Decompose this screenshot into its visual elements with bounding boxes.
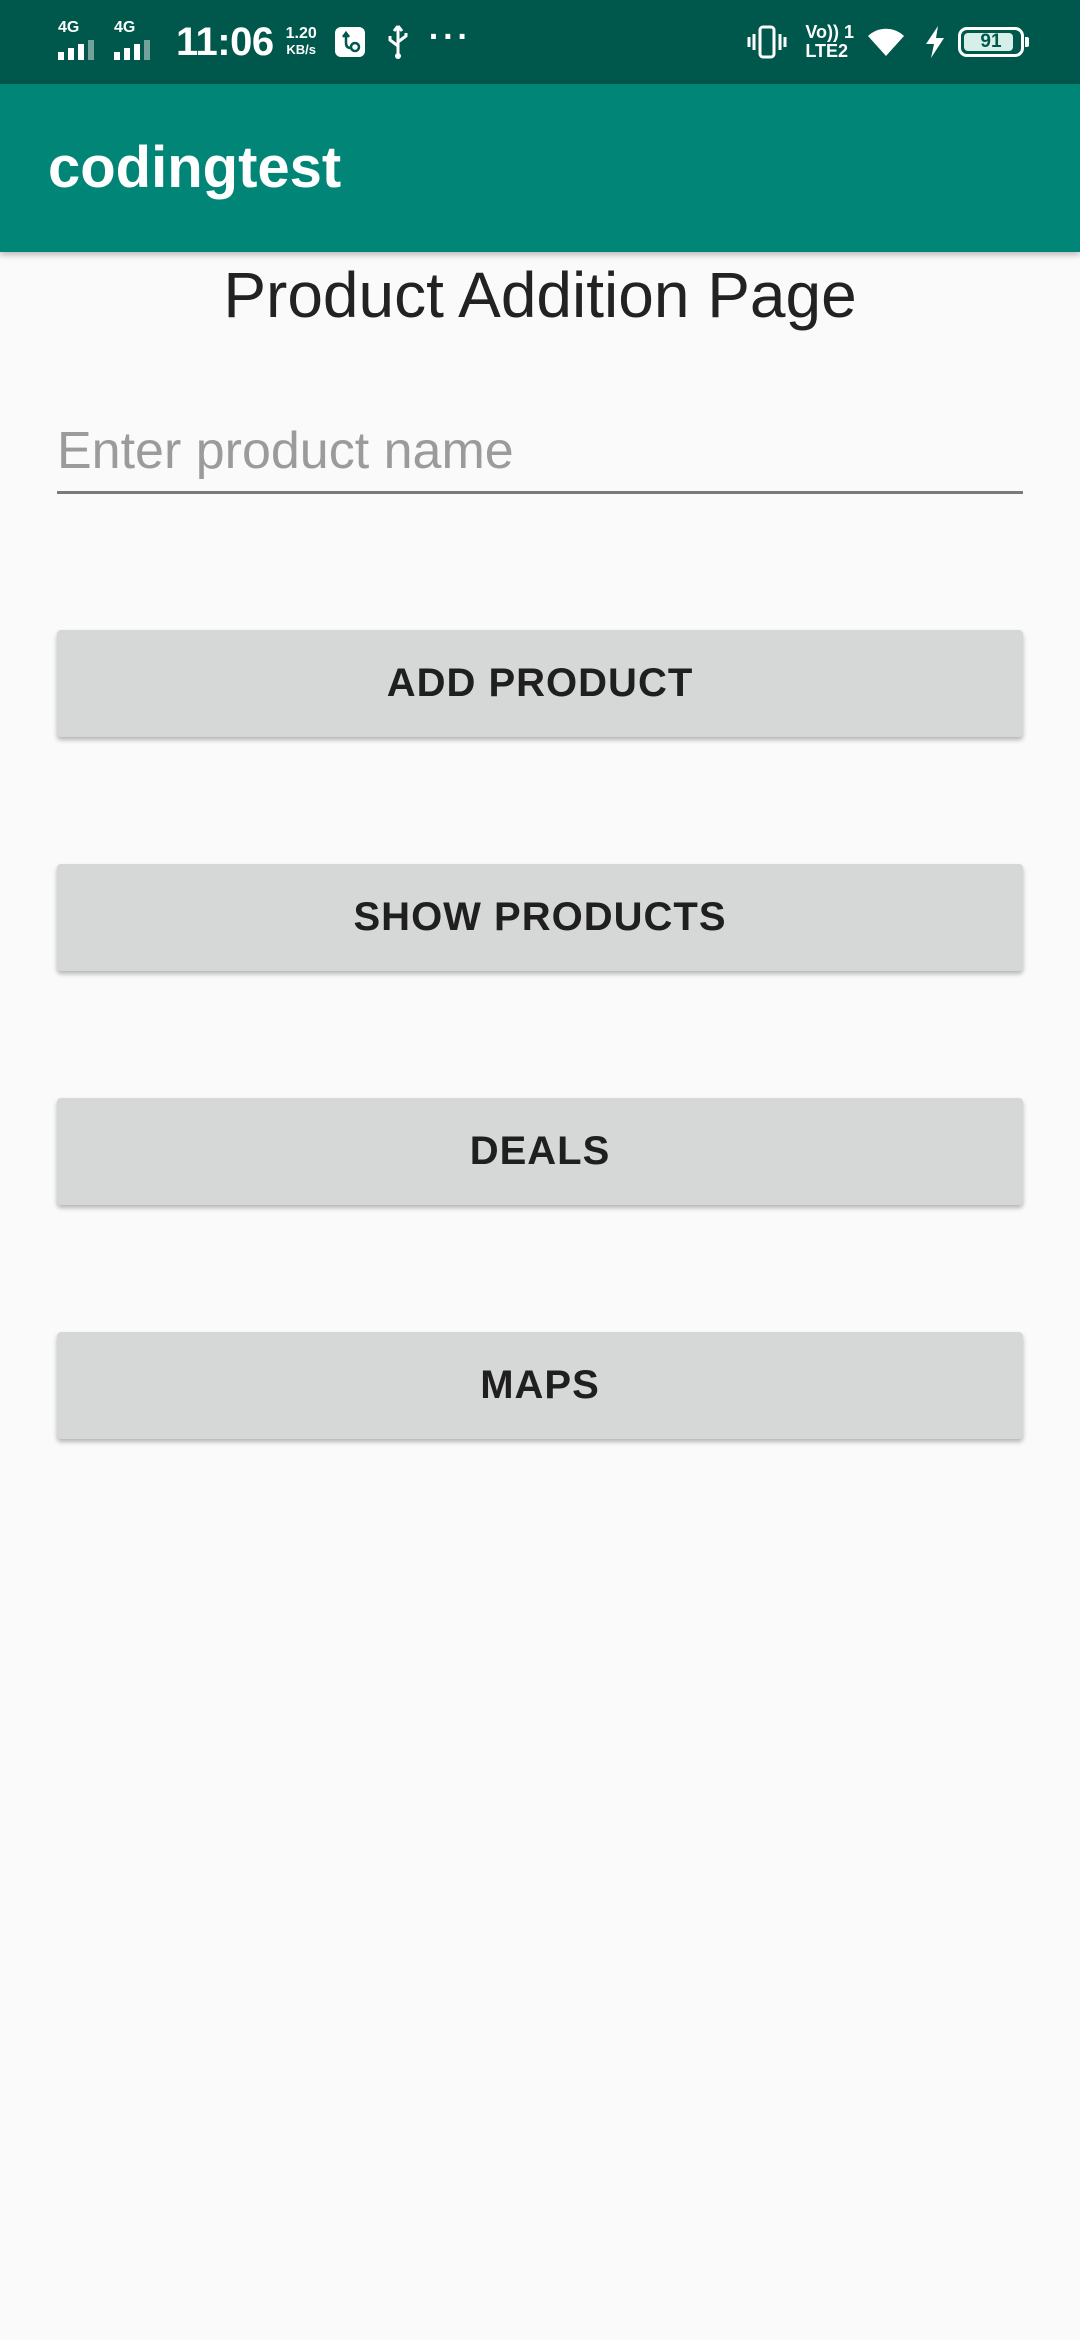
show-products-button[interactable]: SHOW PRODUCTS <box>57 864 1023 971</box>
charging-icon <box>924 25 946 59</box>
usb-icon <box>385 24 411 60</box>
wifi-icon <box>866 26 906 58</box>
network-speed-value: 1.20 <box>285 25 317 42</box>
status-bar-right: Vo)) 1 LTE2 91 <box>747 0 1029 84</box>
battery-icon: 91 <box>958 27 1029 57</box>
vibrate-icon <box>747 24 787 60</box>
volte-bottom-label: LTE2 <box>805 41 848 61</box>
network-speed: 1.20 KB/s <box>286 26 317 58</box>
add-product-button[interactable]: ADD PRODUCT <box>57 630 1023 737</box>
network-type-label: 4G <box>114 19 136 36</box>
volte-indicator: Vo)) 1 LTE2 <box>805 23 854 61</box>
status-bar: 4G 4G 11:06 1.20 KB/s ··· Vo)) 1 LTE2 91 <box>0 0 1080 84</box>
page-title: Product Addition Page <box>223 259 857 331</box>
network-type-label: 4G <box>58 19 80 36</box>
usb-debug-icon <box>333 25 367 59</box>
app-title: codingtest <box>48 135 342 200</box>
product-name-input[interactable] <box>57 410 1023 494</box>
signal-icon: 4G <box>114 19 158 62</box>
more-notifications-icon: ··· <box>428 17 472 56</box>
maps-button[interactable]: MAPS <box>57 1332 1023 1439</box>
clock: 11:06 <box>176 19 274 64</box>
battery-percentage: 91 <box>980 31 1002 52</box>
app-bar: codingtest <box>0 84 1080 252</box>
network-speed-unit: KB/s <box>286 42 316 57</box>
volte-top-label: Vo)) 1 <box>805 22 854 42</box>
signal-icon: 4G <box>58 19 102 62</box>
deals-button[interactable]: DEALS <box>57 1098 1023 1205</box>
status-bar-left: 4G 4G 11:06 1.20 KB/s ··· <box>58 0 472 84</box>
